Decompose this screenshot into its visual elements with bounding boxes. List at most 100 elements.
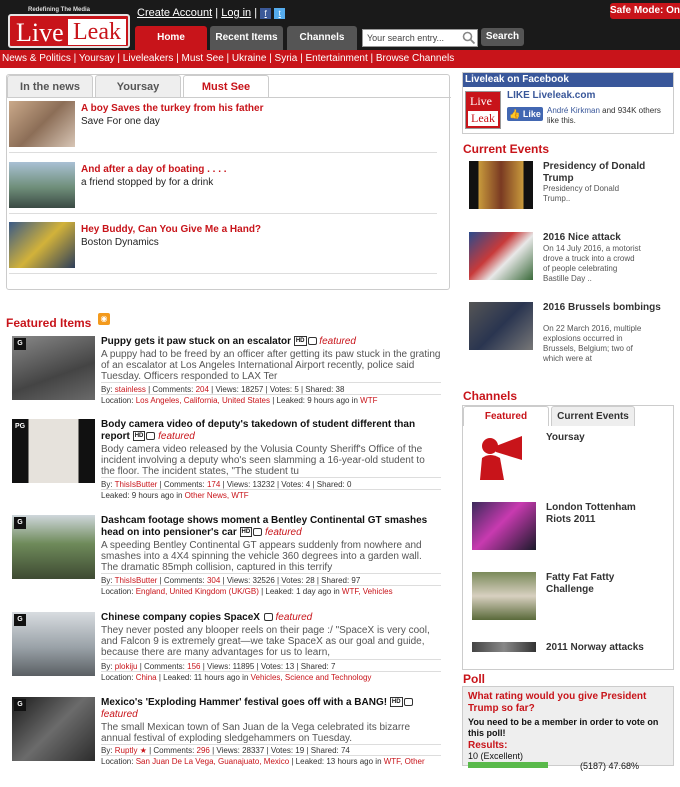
title-text[interactable]: Mexico's 'Exploding Hammer' festival goe…	[101, 697, 387, 708]
featured-item: G Chinese company copies SpaceX featured…	[12, 612, 442, 702]
event-thumbnail[interactable]	[469, 232, 533, 280]
featured-title[interactable]: Dashcam footage shows moment a Bentley C…	[101, 515, 441, 539]
news-title[interactable]: Hey Buddy, Can You Give Me a Hand?	[81, 224, 261, 235]
current-event-item[interactable]: Presidency of Donald Trump Presidency of…	[469, 161, 675, 221]
tab-home[interactable]: Home	[135, 26, 207, 50]
rating-badge: PG	[14, 421, 26, 433]
category-link[interactable]: Other News, WTF	[185, 491, 249, 500]
liveleak-fb-logo[interactable]: Live Leak	[465, 91, 501, 129]
location-link[interactable]: China	[136, 673, 157, 682]
news-item[interactable]: Hey Buddy, Can You Give Me a Hand? Bosto…	[9, 222, 437, 274]
rss-icon[interactable]: ◉	[98, 313, 110, 325]
video-thumbnail[interactable]: G	[12, 697, 95, 761]
tab-in-the-news[interactable]: In the news	[7, 75, 93, 97]
featured-tag: featured	[101, 709, 138, 720]
author-link[interactable]: plokiju	[115, 662, 138, 671]
author-link[interactable]: stainless	[115, 385, 146, 394]
current-event-item[interactable]: 2016 Brussels bombings On 22 March 2016,…	[469, 302, 675, 363]
channel-name[interactable]: Yoursay	[546, 432, 656, 444]
video-thumbnail[interactable]: G	[12, 515, 95, 579]
current-event-item[interactable]: 2016 Nice attack On 14 July 2016, a moto…	[469, 232, 675, 292]
category-link[interactable]: WTF	[360, 396, 377, 405]
news-item[interactable]: A boy Saves the turkey from his father S…	[9, 101, 437, 153]
shared-count: 74	[340, 746, 350, 755]
twitter-icon[interactable]: t	[274, 7, 286, 19]
news-thumbnail[interactable]	[9, 222, 75, 268]
create-account-link[interactable]: Create Account	[137, 7, 212, 19]
location-link[interactable]: Los Angeles, California, United States	[136, 396, 270, 405]
tab-recent-items[interactable]: Recent Items	[210, 26, 283, 50]
tab-featured-channels[interactable]: Featured	[463, 406, 549, 426]
hd-icon: HD	[389, 697, 403, 708]
featured-title[interactable]: Mexico's 'Exploding Hammer' festival goe…	[101, 697, 441, 721]
star-icon: ★	[139, 746, 147, 755]
safe-mode-toggle[interactable]: Safe Mode: On	[610, 3, 680, 19]
location-link[interactable]: England, United Kingdom (UK/GB)	[136, 587, 259, 596]
tab-must-see[interactable]: Must See	[183, 75, 269, 98]
tab-current-events-channels[interactable]: Current Events	[551, 406, 635, 426]
channel-thumbnail[interactable]	[472, 502, 536, 550]
title-text[interactable]: Puppy gets it paw stuck on an escalator	[101, 336, 291, 347]
author-link[interactable]: Ruptly	[115, 746, 138, 755]
news-subtitle: Boston Dynamics	[81, 237, 159, 248]
facebook-icon[interactable]: f	[260, 7, 272, 19]
facebook-like-count: André Kirkman and 934K others like this.	[547, 106, 673, 126]
event-title[interactable]: 2016 Nice attack	[543, 232, 671, 244]
channel-item[interactable]: London Tottenham Riots 2011	[472, 502, 672, 562]
channel-name[interactable]: London Tottenham Riots 2011	[546, 502, 656, 526]
comments-link[interactable]: 296	[197, 746, 210, 755]
news-thumbnail[interactable]	[9, 101, 75, 147]
login-link[interactable]: Log in	[221, 7, 251, 19]
event-title[interactable]: Presidency of Donald Trump	[543, 161, 671, 185]
news-item[interactable]: And after a day of boating . . . . a fri…	[9, 162, 437, 214]
facebook-like-text[interactable]: LIKE Liveleak.com	[507, 90, 595, 101]
yoursay-megaphone-icon[interactable]	[472, 432, 536, 480]
featured-description: Body camera video released by the Volusi…	[101, 444, 425, 477]
featured-title[interactable]: Puppy gets it paw stuck on an escalator …	[101, 336, 441, 348]
news-thumbnail[interactable]	[9, 162, 75, 208]
friend-name[interactable]: André Kirkman	[547, 106, 600, 115]
search-input[interactable]: Your search entry...	[362, 29, 478, 47]
liveleak-logo[interactable]: Redefining The Media Live Leak	[4, 4, 130, 48]
event-title[interactable]: 2016 Brussels bombings	[543, 302, 671, 314]
channel-name[interactable]: Fatty Fat Fatty Challenge	[546, 572, 656, 596]
event-thumbnail[interactable]	[469, 302, 533, 350]
leaked-time: 9 hours ago	[131, 491, 174, 500]
tab-yoursay[interactable]: Yoursay	[95, 75, 181, 97]
channel-item[interactable]: Fatty Fat Fatty Challenge	[472, 572, 672, 632]
facebook-like-button[interactable]: 👍 Like	[507, 107, 543, 121]
video-thumbnail[interactable]: G	[12, 612, 95, 676]
video-thumbnail[interactable]: G	[12, 336, 95, 400]
author-link[interactable]: ThisIsButter	[115, 576, 158, 585]
comments-link[interactable]: 174	[207, 480, 220, 489]
featured-title[interactable]: Body camera video of deputy's takedown o…	[101, 419, 441, 443]
news-title[interactable]: And after a day of boating . . . .	[81, 164, 227, 175]
category-link[interactable]: WTF, Vehicles	[342, 587, 393, 596]
video-thumbnail[interactable]: PG	[12, 419, 95, 483]
search-icon[interactable]	[462, 31, 476, 45]
facebook-heading: Liveleak on Facebook	[463, 73, 673, 87]
tab-channels[interactable]: Channels	[287, 26, 357, 50]
channel-name[interactable]: 2011 Norway attacks	[546, 642, 656, 654]
comments-link[interactable]: 204	[196, 385, 209, 394]
featured-heading: Featured Items	[6, 316, 92, 330]
search-button[interactable]: Search	[481, 28, 524, 46]
location-link[interactable]: San Juan De La Vega, Guanajuato, Mexico	[136, 757, 289, 766]
channel-thumbnail[interactable]	[472, 572, 536, 620]
author-link[interactable]: ThisIsButter	[115, 480, 158, 489]
comments-link[interactable]: 156	[187, 662, 200, 671]
featured-title[interactable]: Chinese company copies SpaceX featured	[101, 612, 441, 624]
category-nav[interactable]: News & Politics | Yoursay | Liveleakers …	[0, 50, 680, 68]
channel-item[interactable]: Yoursay	[472, 432, 672, 492]
category-link[interactable]: Vehicles, Science and Technology	[251, 673, 372, 682]
comments-link[interactable]: 304	[207, 576, 220, 585]
views-count: 32526	[252, 576, 275, 585]
channel-thumbnail[interactable]	[472, 642, 536, 652]
category-link[interactable]: WTF, Other	[384, 757, 425, 766]
news-title[interactable]: A boy Saves the turkey from his father	[81, 103, 263, 114]
title-text[interactable]: Chinese company copies SpaceX	[101, 612, 260, 623]
hd-icon: HD	[293, 336, 307, 347]
shared-count: 97	[351, 576, 361, 585]
event-thumbnail[interactable]	[469, 161, 533, 209]
fb-logo-leak: Leak	[468, 111, 498, 126]
